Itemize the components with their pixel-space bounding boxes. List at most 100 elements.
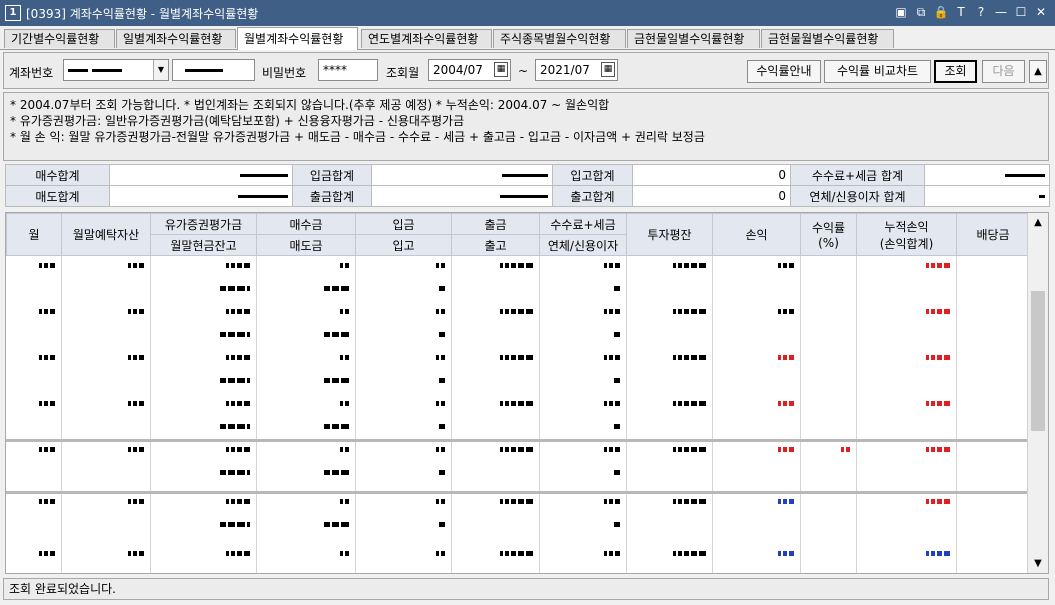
tab-monthly-account-return[interactable]: 월별계좌수익률현황 [237,27,358,50]
redacted-mark [441,400,445,406]
table-row[interactable] [6,444,1029,458]
redacted-mark [345,354,349,360]
redacted-mark [332,377,339,383]
next-button[interactable]: 다음 [982,60,1025,83]
to-month-field[interactable]: 2021/07 ▦ [535,59,618,81]
table-row[interactable] [6,306,1029,320]
masked-cell [539,571,620,573]
redacted-mark [614,331,620,337]
masked-cell [712,306,794,318]
redacted-mark [789,308,794,314]
tab-yearly-account-return[interactable]: 연도별계좌수익률현황 [361,29,492,48]
table-row[interactable] [6,283,1029,297]
from-month-field[interactable]: 2004/07 ▦ [428,59,511,81]
calendar-icon[interactable]: ▦ [494,62,508,77]
vertical-scrollbar[interactable]: ▲ ▼ [1027,213,1048,573]
redacted-mark [231,262,235,268]
masked-cell [539,352,620,364]
masked-cell [61,306,144,318]
redacted-mark [500,262,503,268]
account-number-select[interactable]: ▼ [63,59,169,81]
table-row[interactable] [6,352,1029,366]
masked-cell [712,398,794,410]
font-size-icon[interactable]: T [953,3,969,21]
table-row[interactable] [6,329,1029,343]
account-suffix-field[interactable] [172,59,255,81]
minimize-icon[interactable]: — [993,3,1009,21]
table-row[interactable] [6,421,1029,435]
redacted-mark [609,446,613,452]
tab-period-return[interactable]: 기간별수익률현황 [4,29,115,48]
table-row[interactable] [6,519,1029,533]
redacted-mark [226,354,229,360]
layout-icon[interactable]: ▣ [893,3,909,21]
masked-cell [856,352,950,364]
masked-cell [355,548,445,560]
redacted-mark [500,400,503,406]
masked-cell [626,548,706,560]
masked-cell [256,571,349,573]
redacted-mark [244,400,250,406]
masked-cell [626,444,706,456]
table-row[interactable] [6,467,1029,481]
redacted-mark [439,331,445,337]
return-guide-button[interactable]: 수익률안내 [747,60,821,83]
scroll-down-icon[interactable]: ▼ [1028,558,1048,569]
redacted-mark [511,354,516,360]
scroll-thumb[interactable] [1031,291,1045,431]
masked-value [185,69,223,72]
tab-gold-daily-return[interactable]: 금현물일별수익률현황 [627,29,760,48]
redacted-mark [500,446,503,452]
redacted-mark [505,308,509,314]
password-field[interactable]: **** [318,59,378,81]
calendar-icon[interactable]: ▦ [601,62,615,77]
redacted-mark [247,285,250,291]
table-row[interactable] [6,375,1029,389]
table-row[interactable] [6,260,1029,274]
masked-cell [539,260,620,272]
masked-cell [856,260,950,272]
search-panel: 계좌번호 ▼ 비밀번호 **** 조회월 2004/07 ▦ ~ 2021/07… [3,52,1049,89]
redacted-mark [247,574,250,575]
table-row[interactable] [6,398,1029,412]
close-icon[interactable]: ✕ [1033,3,1049,21]
maximize-icon[interactable]: ☐ [1013,3,1029,21]
masked-cell [856,306,950,318]
return-compare-chart-button[interactable]: 수익률 비교차트 [824,60,931,83]
redacted-mark [505,550,509,556]
in-total-label: 입고합계 [552,164,633,186]
table-row[interactable] [6,571,1029,575]
masked-cell [539,548,620,560]
note-line: * 유가증권평가금: 일반유가증권평가금(예탁담보포함) + 신용융자평가금 -… [10,114,465,128]
tab-stock-monthly-profit[interactable]: 주식종목별월수익현황 [493,29,626,48]
redacted-mark [609,550,613,556]
redacted-mark [324,469,330,475]
redacted-mark [673,498,676,504]
masked-cell [150,467,250,479]
table-row[interactable] [6,548,1029,562]
redacted-mark [944,446,950,452]
scroll-up-icon[interactable]: ▲ [1028,217,1048,228]
table-row[interactable] [6,496,1029,510]
tab-daily-account-return[interactable]: 일별계좌수익률현황 [116,29,236,48]
collapse-up-button[interactable]: ▲ [1029,60,1047,83]
masked-cell [355,329,445,341]
redacted-mark [228,423,235,429]
sell-total-value [109,185,293,207]
redacted-mark [39,400,42,406]
masked-cell [626,398,706,410]
query-button[interactable]: 조회 [934,60,977,83]
redacted-mark [44,498,48,504]
copy-window-icon[interactable]: ⧉ [913,3,929,21]
redacted-mark [247,331,250,337]
redacted-mark [691,262,697,268]
redacted-mark [39,308,42,314]
tab-gold-monthly-return[interactable]: 금현물월별수익률현황 [761,29,894,48]
month-group-divider [6,491,1029,494]
masked-cell [539,519,620,531]
masked-cell [61,352,144,364]
lock-icon[interactable]: 🔒 [933,3,949,21]
help-icon[interactable]: ? [973,3,989,21]
redacted-mark [50,354,55,360]
dropdown-arrow-icon[interactable]: ▼ [153,60,168,80]
